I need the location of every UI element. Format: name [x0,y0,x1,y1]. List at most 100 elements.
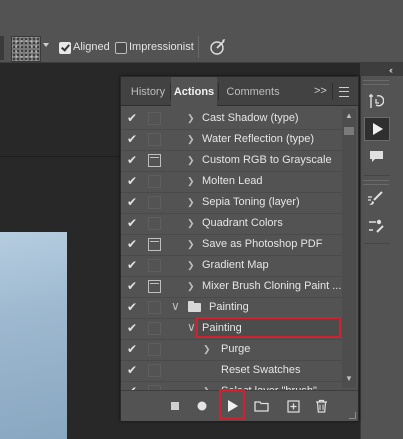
toggle-dialog-icon[interactable] [148,175,161,188]
toggle-dialog-icon[interactable] [148,301,161,314]
actions-list: ✔ ❯ Cast Shadow (type) ✔ ❯ Water Reflection (… [121,109,342,403]
scroll-down-icon[interactable]: ▼ [345,374,353,383]
panel-resize-grip[interactable] [349,412,356,419]
actions-panel-icon[interactable] [364,117,390,141]
disclosure-right-icon[interactable]: ❯ [203,344,211,355]
action-row[interactable]: ✔ ❯ Save as Photoshop PDF [121,235,342,256]
action-name: Painting [209,301,249,313]
scroll-up-icon[interactable]: ▲ [345,111,353,120]
impressionist-checkbox[interactable] [115,42,127,54]
toggle-dialog-icon[interactable] [148,322,161,335]
toggle-dialog-icon[interactable] [148,154,161,167]
tool-options-bar: Aligned Impressionist [0,0,403,63]
disclosure-right-icon[interactable]: ❯ [187,134,195,145]
toggle-item-checkmark-icon[interactable]: ✔ [127,301,139,313]
toggle-item-checkmark-icon[interactable]: ✔ [127,133,139,145]
action-row[interactable]: ✔ ❯ Cast Shadow (type) [121,109,342,130]
disclosure-right-icon[interactable]: ❯ [187,176,195,187]
brushes-panel-icon[interactable] [364,215,388,237]
options-bar-edge [0,36,4,60]
toggle-item-checkmark-icon[interactable]: ✔ [127,280,139,292]
toggle-dialog-icon[interactable] [148,259,161,272]
folder-icon[interactable] [252,397,270,415]
action-name: Sepia Toning (layer) [202,196,300,208]
expand-panel-icon[interactable]: >> [314,85,327,97]
pressure-size-icon[interactable] [209,38,227,56]
action-row[interactable]: ✔ ❯ Mixer Brush Cloning Paint ... [121,277,342,298]
action-row[interactable]: ✔ ❯ Custom RGB to Grayscale [121,151,342,172]
toggle-item-checkmark-icon[interactable]: ✔ [127,175,139,187]
toggle-dialog-icon[interactable] [148,196,161,209]
toggle-dialog-icon[interactable] [148,133,161,146]
comments-panel-icon[interactable] [364,146,388,168]
play-icon[interactable] [223,397,241,415]
toggle-item-checkmark-icon[interactable]: ✔ [127,259,139,271]
action-row[interactable]: ✔ ❯ Gradient Map [121,256,342,277]
dock-header [360,63,403,76]
action-row[interactable]: ✔ ❯ Purge [121,340,342,361]
dock-divider [364,243,390,244]
disclosure-right-icon[interactable]: ❯ [187,113,195,124]
tab-history[interactable]: History [127,77,169,105]
action-row[interactable]: ✔ ❯ Water Reflection (type) [121,130,342,151]
action-row[interactable]: ✔ ❯ Sepia Toning (layer) [121,193,342,214]
action-row[interactable]: ✔ ❯ Quadrant Colors [121,214,342,235]
panel-footer [121,389,358,421]
toggle-dialog-icon[interactable] [148,343,161,356]
toggle-item-checkmark-icon[interactable]: ✔ [127,322,139,334]
action-row[interactable]: ✔ ∨ Painting [121,298,342,319]
tab-comments[interactable]: Comments [222,77,284,105]
disclosure-right-icon[interactable]: ❯ [187,281,195,292]
toggle-item-checkmark-icon[interactable]: ✔ [127,112,139,124]
action-row[interactable]: ✔ ❯ Molten Lead [121,172,342,193]
action-name: Gradient Map [202,259,269,271]
actions-panel: History Actions Comments >> ✔ ❯ Cast Shado… [120,76,359,421]
pattern-swatch[interactable] [11,36,41,62]
toggle-item-checkmark-icon[interactable]: ✔ [127,343,139,355]
options-separator [198,36,199,58]
new-action-icon[interactable] [284,397,302,415]
action-set-folder-icon [188,301,201,312]
brush-settings-icon[interactable] [364,188,388,210]
panel-menu-icon[interactable] [339,87,349,97]
dock-grip[interactable] [363,180,389,185]
toggle-dialog-icon[interactable] [148,364,161,377]
toggle-dialog-icon[interactable] [148,112,161,125]
pattern-dropdown-icon[interactable] [43,43,49,47]
action-row[interactable]: ✔ ∨ Painting [121,317,342,340]
disclosure-right-icon[interactable]: ❯ [187,239,195,250]
aligned-checkbox[interactable] [59,42,71,54]
toggle-item-checkmark-icon[interactable]: ✔ [127,154,139,166]
action-name: Painting [202,322,242,334]
toggle-item-checkmark-icon[interactable]: ✔ [127,217,139,229]
disclosure-right-icon[interactable]: ❯ [187,197,195,208]
record-icon[interactable] [194,397,210,415]
collapse-dock-icon[interactable]: ‹‹ [389,65,393,75]
tab-separator [218,83,219,100]
aligned-label: Aligned [73,41,110,53]
toggle-item-checkmark-icon[interactable]: ✔ [127,238,139,250]
scrollbar[interactable] [342,109,356,388]
stop-icon[interactable] [167,397,183,415]
tab-separator [332,83,333,100]
disclosure-right-icon[interactable]: ❯ [187,155,195,166]
dock-grip[interactable] [363,80,389,85]
tab-actions[interactable]: Actions [171,77,217,106]
disclosure-right-icon[interactable]: ❯ [187,218,195,229]
toggle-dialog-icon[interactable] [148,217,161,230]
history-panel-icon[interactable] [364,90,388,112]
toggle-item-checkmark-icon[interactable]: ✔ [127,364,139,376]
toggle-item-checkmark-icon[interactable]: ✔ [127,196,139,208]
document-image[interactable] [0,232,67,439]
disclosure-down-icon[interactable]: ∨ [187,320,196,334]
toggle-dialog-icon[interactable] [148,238,161,251]
action-name: Custom RGB to Grayscale [202,154,332,166]
trash-icon[interactable] [312,397,330,415]
disclosure-down-icon[interactable]: ∨ [171,299,180,313]
action-row[interactable]: ✔ Reset Swatches [121,361,342,382]
toggle-dialog-icon[interactable] [148,280,161,293]
disclosure-right-icon[interactable]: ❯ [187,260,195,271]
action-name: Purge [221,343,251,355]
action-name: Cast Shadow (type) [202,112,299,124]
scrollbar-thumb[interactable] [344,127,354,135]
